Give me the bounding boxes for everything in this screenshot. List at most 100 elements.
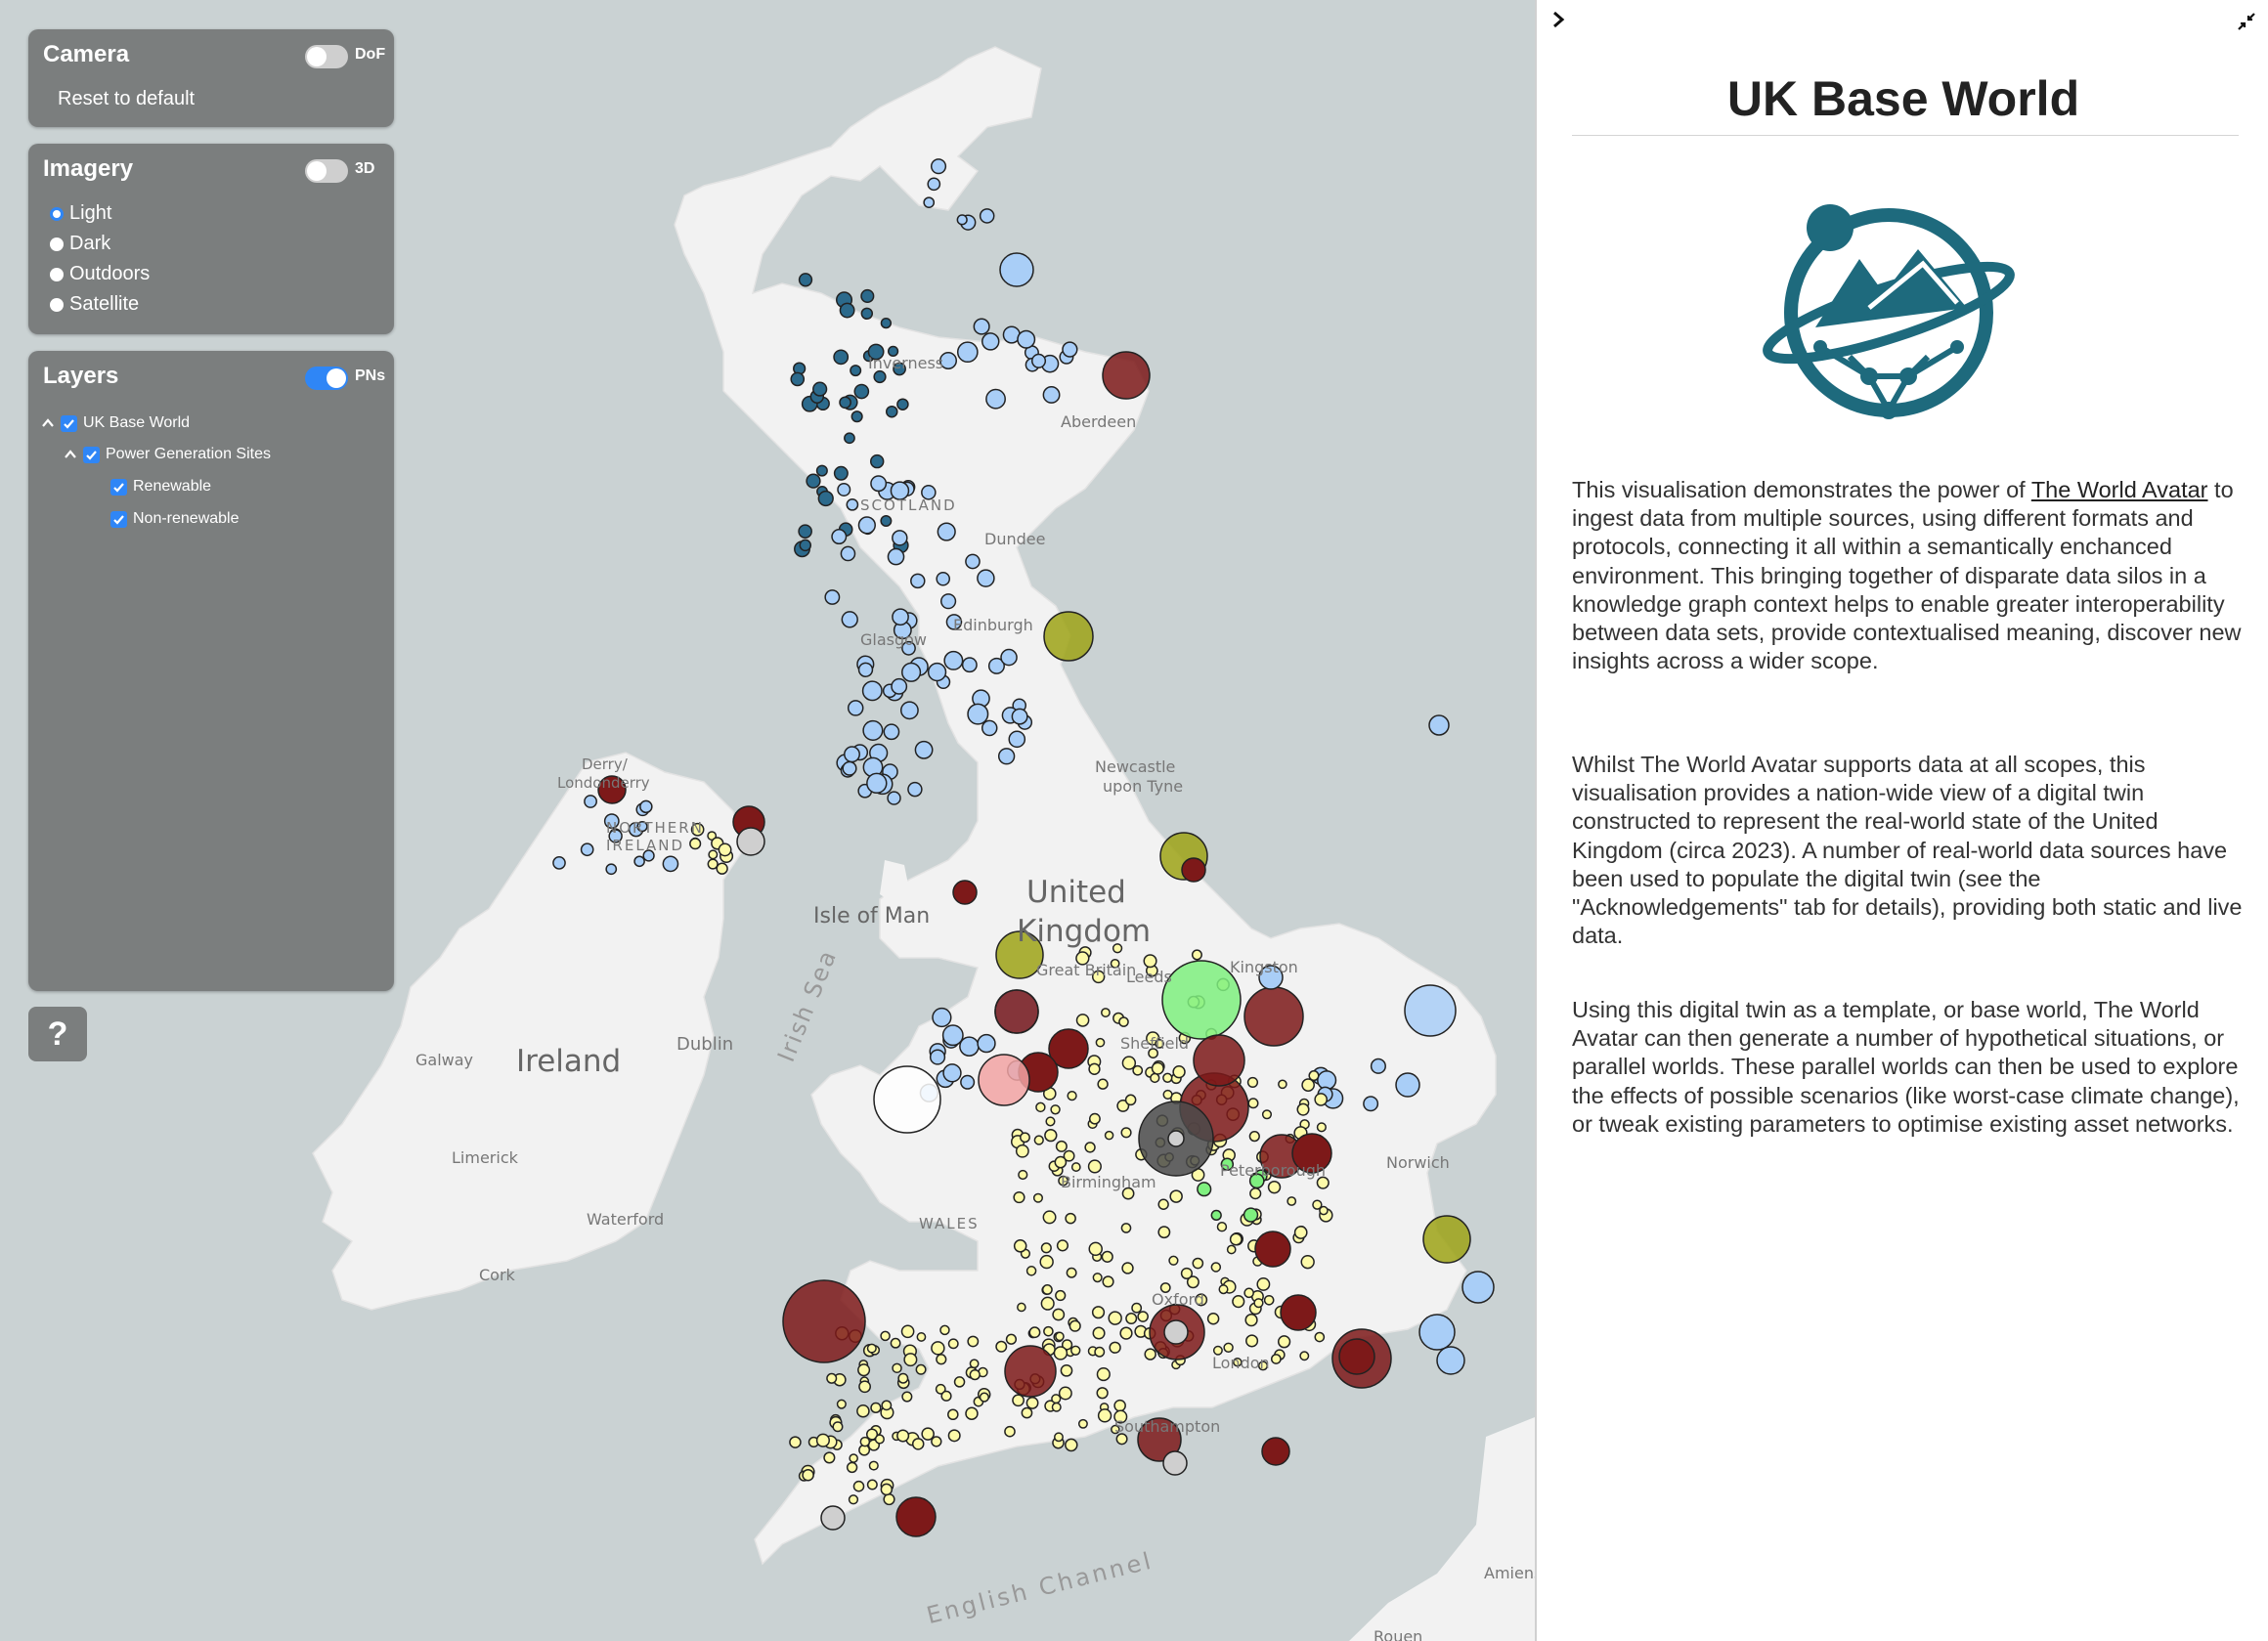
solar-marker[interactable] <box>1043 1325 1054 1337</box>
wind-onshore-marker[interactable] <box>942 1063 962 1083</box>
wind-onshore-marker[interactable] <box>1008 730 1026 749</box>
wind-onshore-marker[interactable] <box>1031 353 1047 368</box>
wind-onshore-marker[interactable] <box>846 497 859 511</box>
solar-marker[interactable] <box>1012 1394 1025 1407</box>
solar-marker[interactable] <box>1041 1284 1053 1295</box>
wind-onshore-marker[interactable] <box>960 1074 976 1090</box>
solar-marker[interactable] <box>1053 1346 1069 1360</box>
solar-marker[interactable] <box>1096 1366 1111 1382</box>
solar-marker[interactable] <box>890 1337 901 1349</box>
wind-offshore-marker[interactable] <box>850 365 862 377</box>
wind-onshore-marker[interactable] <box>936 571 951 586</box>
solar-marker[interactable] <box>979 1392 989 1403</box>
wind-onshore-marker[interactable] <box>831 529 848 545</box>
solar-marker[interactable] <box>1314 1331 1326 1343</box>
solar-marker[interactable] <box>1131 1302 1143 1314</box>
wind-onshore-marker[interactable] <box>927 177 941 192</box>
solar-marker[interactable] <box>1088 1241 1103 1257</box>
solar-marker[interactable] <box>1042 1210 1057 1225</box>
solar-marker[interactable] <box>1092 1326 1106 1340</box>
solar-marker[interactable] <box>852 1480 865 1492</box>
solar-marker[interactable] <box>836 1399 847 1409</box>
wind-onshore-marker[interactable] <box>887 547 905 566</box>
wind-offshore-marker[interactable] <box>806 473 821 489</box>
wind-onshore-marker[interactable] <box>841 611 858 628</box>
biomass-marker[interactable] <box>1210 1209 1222 1222</box>
gas-plant-marker[interactable] <box>782 1279 866 1363</box>
solar-marker[interactable] <box>1101 1008 1111 1017</box>
solar-marker[interactable] <box>870 1402 882 1413</box>
solar-marker[interactable] <box>1247 1098 1259 1109</box>
wind-onshore-marker[interactable] <box>939 593 957 610</box>
solar-marker[interactable] <box>1125 1313 1138 1325</box>
solar-marker[interactable] <box>1104 1130 1114 1141</box>
solar-marker[interactable] <box>1020 1132 1030 1144</box>
wind-onshore-marker[interactable] <box>580 842 594 857</box>
wind-onshore-marker[interactable] <box>937 522 956 541</box>
solar-marker[interactable] <box>846 1461 858 1474</box>
solar-marker[interactable] <box>1005 1333 1018 1345</box>
solar-marker[interactable] <box>1253 1298 1264 1309</box>
biomass-marker[interactable] <box>1243 1207 1259 1223</box>
solar-marker[interactable] <box>859 1436 871 1447</box>
wind-onshore-marker[interactable] <box>929 1049 946 1065</box>
layer-non-renewable[interactable]: Non-renewable <box>110 510 240 528</box>
wind-onshore-marker[interactable] <box>892 530 908 546</box>
solar-marker[interactable] <box>815 1433 830 1447</box>
wind-offshore-marker[interactable] <box>869 453 885 469</box>
solar-marker[interactable] <box>1172 1065 1186 1079</box>
solar-marker[interactable] <box>1120 1127 1132 1139</box>
wind-onshore-marker[interactable] <box>842 760 857 776</box>
solar-marker[interactable] <box>1119 1326 1133 1340</box>
solar-marker[interactable] <box>880 1483 894 1496</box>
wind-onshore-marker[interactable] <box>999 252 1034 287</box>
solar-marker[interactable] <box>1169 1189 1183 1203</box>
gas-plant-marker[interactable] <box>994 989 1039 1034</box>
layer-uk-base-world[interactable]: UK Base World <box>41 414 190 432</box>
solar-marker[interactable] <box>1091 1306 1106 1319</box>
solar-marker[interactable] <box>1144 1348 1156 1360</box>
solar-marker[interactable] <box>1113 1399 1126 1412</box>
solar-marker[interactable] <box>718 842 732 857</box>
solar-marker[interactable] <box>1075 1014 1090 1027</box>
solar-marker[interactable] <box>896 1429 910 1443</box>
solar-marker[interactable] <box>881 1400 893 1411</box>
solar-marker[interactable] <box>1087 1159 1102 1174</box>
wind-onshore-marker[interactable] <box>932 1007 952 1028</box>
solar-marker[interactable] <box>1044 1128 1058 1143</box>
wind-onshore-marker[interactable] <box>1418 1314 1456 1351</box>
reset-camera-button[interactable]: Reset to default <box>58 88 195 110</box>
imagery-option-dark[interactable]: Dark <box>50 233 110 255</box>
solar-marker[interactable] <box>1055 1331 1065 1342</box>
solar-marker[interactable] <box>947 1429 961 1443</box>
wind-onshore-marker[interactable] <box>1317 1070 1337 1091</box>
other-plant-marker[interactable] <box>820 1505 846 1531</box>
solar-marker[interactable] <box>802 1468 814 1482</box>
wind-onshore-marker[interactable] <box>633 855 645 868</box>
wind-onshore-marker[interactable] <box>997 748 1016 765</box>
minimize-arrows-icon[interactable] <box>2237 12 2256 31</box>
wind-offshore-marker[interactable] <box>839 396 851 410</box>
layer-checkbox[interactable] <box>110 478 127 496</box>
wind-offshore-marker[interactable] <box>880 514 893 527</box>
solar-marker[interactable] <box>874 1434 885 1445</box>
solar-marker[interactable] <box>1270 1354 1282 1364</box>
solar-marker[interactable] <box>1121 1262 1134 1274</box>
wind-onshore-marker[interactable] <box>862 719 884 741</box>
solar-marker[interactable] <box>1021 1406 1033 1419</box>
gas-plant-marker[interactable] <box>895 1496 937 1537</box>
solar-marker[interactable] <box>1287 1196 1297 1206</box>
wind-onshore-marker[interactable] <box>967 703 989 725</box>
solar-marker[interactable] <box>947 1408 959 1421</box>
3d-toggle[interactable] <box>305 159 348 183</box>
chevron-up-icon[interactable] <box>41 416 55 430</box>
solar-marker[interactable] <box>1025 1266 1037 1276</box>
wind-onshore-marker[interactable] <box>861 680 883 702</box>
solar-marker[interactable] <box>1267 1180 1282 1194</box>
dof-toggle[interactable] <box>305 45 348 68</box>
solar-marker[interactable] <box>1045 1116 1056 1127</box>
wind-offshore-marker[interactable] <box>844 432 855 445</box>
solar-marker[interactable] <box>1088 1062 1101 1075</box>
wind-onshore-marker[interactable] <box>639 799 653 814</box>
solar-marker[interactable] <box>969 1359 980 1369</box>
